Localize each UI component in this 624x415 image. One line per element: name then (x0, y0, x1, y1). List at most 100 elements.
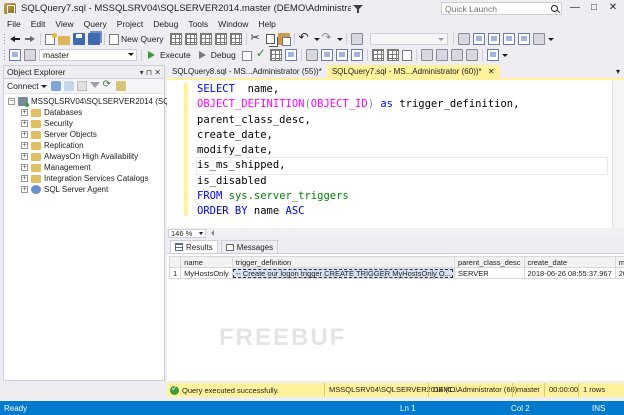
panel-pin-close-icons[interactable]: ▾ ⊓ ✕ (140, 68, 161, 77)
row-number-cell[interactable]: 1 (168, 267, 182, 279)
tree-node-integration-services[interactable]: + Integration Services Catalogs (4, 173, 164, 184)
toolbar-options-icon[interactable] (501, 49, 508, 61)
toolbox-icon[interactable] (532, 33, 545, 45)
cut-icon[interactable] (251, 31, 263, 45)
template-explorer-icon[interactable] (517, 33, 530, 45)
tab-results[interactable]: Results (170, 240, 218, 253)
new-project-icon[interactable] (45, 32, 57, 45)
solution-configuration-combo[interactable] (369, 33, 448, 45)
display-estimated-plan-icon[interactable] (269, 49, 282, 61)
cancel-query-icon[interactable] (241, 50, 252, 61)
live-query-statistics-icon[interactable] (335, 49, 348, 61)
grid-cell[interactable]: 2018-06-26 08:55:37.967 (523, 267, 616, 279)
quick-launch-input[interactable]: Quick Launch (441, 2, 562, 15)
comment-lines-icon[interactable] (420, 49, 433, 61)
column-header[interactable]: trigger_definition (231, 256, 455, 268)
refresh-icon[interactable] (103, 79, 113, 91)
tree-node-management[interactable]: + Management (4, 162, 164, 173)
zoom-select[interactable]: 146 % (168, 228, 206, 238)
tree-node-security[interactable]: + Security (4, 118, 164, 129)
grid-cell[interactable]: SERVER (453, 267, 525, 279)
uncomment-lines-icon[interactable] (435, 49, 448, 61)
results-to-grid-icon[interactable] (386, 49, 399, 61)
menu-window[interactable]: Window (213, 19, 253, 29)
debug-button[interactable]: Debug (197, 49, 236, 61)
menu-project[interactable]: Project (112, 19, 148, 29)
row-number-header[interactable] (168, 256, 182, 268)
execute-button[interactable]: Execute (146, 49, 191, 61)
save-all-icon[interactable] (88, 33, 100, 45)
expand-icon[interactable]: + (21, 142, 28, 149)
activity-monitor-icon[interactable] (115, 81, 126, 91)
toolbar-grip[interactable] (3, 33, 6, 45)
specify-template-values-icon[interactable] (486, 49, 499, 61)
table-row[interactable]: 1 MyHostsOnly -- Create our logon trigge… (168, 267, 624, 279)
close-tab-icon[interactable]: ✕ (488, 67, 495, 76)
grid-cell-selected[interactable]: -- Create our logon trigger CREATE TRIGG… (231, 267, 455, 279)
menu-query[interactable]: Query (79, 19, 112, 29)
sql-code[interactable]: SELECT name, OBJECT_DEFINITION(OBJECT_ID… (196, 82, 608, 220)
decrease-indent-icon[interactable] (450, 49, 463, 61)
xmla-query-icon[interactable] (229, 33, 242, 45)
search-icon[interactable] (551, 5, 558, 12)
paste-icon[interactable] (277, 33, 291, 46)
new-query-button[interactable]: New Query (109, 33, 164, 45)
increase-indent-icon[interactable] (465, 49, 478, 61)
undo-icon[interactable] (299, 30, 311, 45)
expand-icon[interactable]: + (21, 131, 28, 138)
collapse-icon[interactable]: − (8, 98, 15, 105)
connect-dropdown[interactable]: Connect (7, 81, 47, 91)
tree-node-alwayson[interactable]: + AlwaysOn High Availability (4, 151, 164, 162)
parse-icon[interactable] (255, 46, 267, 61)
column-header[interactable]: create_date (523, 256, 616, 268)
notification-filter-icon[interactable] (353, 4, 363, 14)
tab-messages[interactable]: Messages (220, 240, 279, 253)
query-editor[interactable]: SELECT name, OBJECT_DEFINITION(OBJECT_ID… (167, 78, 624, 230)
dmx-query-icon[interactable] (214, 33, 227, 45)
redo-icon[interactable] (322, 30, 334, 45)
grid-cell[interactable]: 2018-06-26 (614, 267, 624, 279)
query-options-icon[interactable] (284, 49, 297, 61)
object-explorer-icon[interactable] (502, 33, 515, 45)
restore-button[interactable]: □ (585, 2, 603, 14)
change-connection-icon[interactable] (24, 49, 36, 61)
save-icon[interactable] (73, 33, 85, 45)
tree-node-sql-server-agent[interactable]: + SQL Server Agent (4, 184, 164, 195)
column-header[interactable]: name (180, 256, 233, 268)
expand-icon[interactable]: + (21, 109, 28, 116)
expand-icon[interactable]: + (21, 120, 28, 127)
connect-object-explorer-icon[interactable] (50, 81, 61, 91)
tree-node-server[interactable]: − MSSQLSRV04\SQLSERVER2014 (SQL Serve (4, 96, 197, 107)
menu-view[interactable]: View (50, 19, 78, 29)
navigate-back-icon[interactable] (9, 33, 21, 45)
tab-overflow-icon[interactable]: ▾ (616, 65, 620, 78)
tab-sqlquery7[interactable]: SQLQuery7.sql - MS...Administrator (60))… (326, 65, 500, 78)
redo-dropdown-icon[interactable] (336, 33, 343, 45)
find-icon[interactable] (457, 33, 470, 45)
copy-icon[interactable] (265, 34, 275, 44)
editor-horizontal-scrollbar[interactable] (209, 229, 624, 237)
open-file-icon[interactable] (58, 35, 70, 45)
intellisense-icon[interactable] (305, 49, 318, 61)
menu-tools[interactable]: Tools (183, 19, 213, 29)
connect-icon[interactable] (9, 49, 21, 61)
editor-vertical-scrollbar[interactable] (612, 80, 624, 228)
minimize-button[interactable]: — (566, 2, 584, 14)
client-statistics-icon[interactable] (350, 49, 363, 61)
menu-file[interactable]: File (2, 19, 26, 29)
grid-cell[interactable]: MyHostsOnly (180, 267, 233, 279)
results-grid[interactable]: name trigger_definition parent_class_des… (168, 256, 624, 279)
mdx-query-icon[interactable] (199, 33, 212, 45)
include-actual-plan-icon[interactable] (320, 49, 333, 61)
results-to-file-icon[interactable] (401, 49, 412, 61)
properties-window-icon[interactable] (487, 33, 500, 45)
expand-icon[interactable]: + (21, 164, 28, 171)
tree-node-databases[interactable]: + Databases (4, 107, 164, 118)
toolbar-grip[interactable] (3, 49, 6, 61)
available-databases-select[interactable]: master (39, 49, 137, 61)
column-header[interactable]: modify_date (614, 256, 624, 268)
stop-icon[interactable] (76, 81, 87, 91)
toolbar-options-icon[interactable] (547, 33, 554, 45)
menu-help[interactable]: Help (253, 19, 280, 29)
expand-icon[interactable]: + (21, 153, 28, 160)
